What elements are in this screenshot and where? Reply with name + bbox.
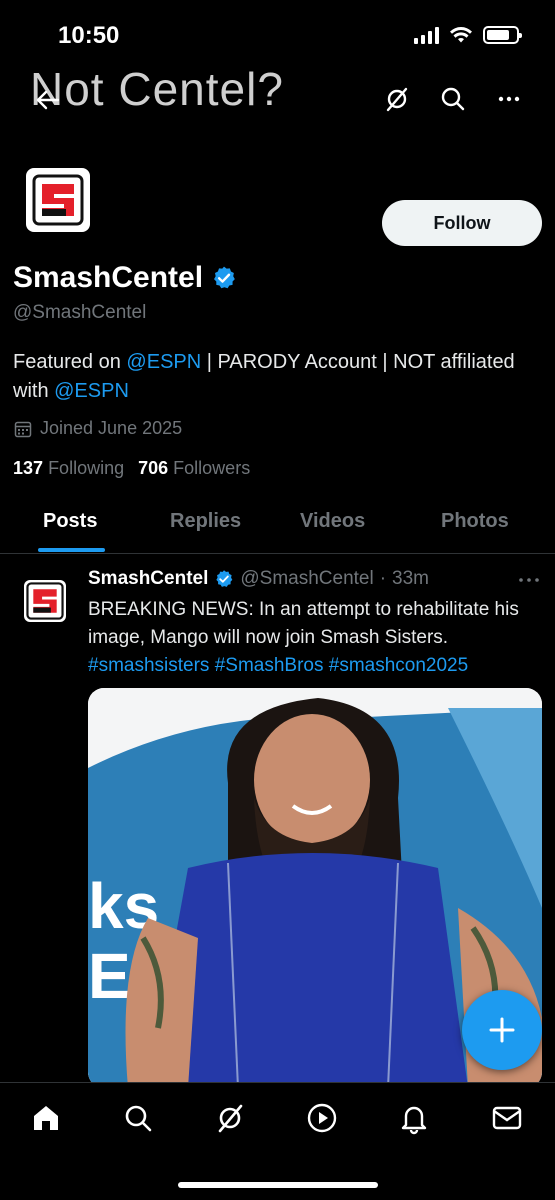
display-name-text: SmashCentel: [13, 261, 204, 294]
wifi-icon: [450, 27, 472, 43]
back-arrow-icon[interactable]: [32, 84, 64, 116]
following-count: 137: [13, 458, 44, 478]
joined-text: Joined June 2025: [40, 418, 183, 438]
post-timestamp[interactable]: 33m: [392, 568, 429, 590]
active-tab-indicator: [38, 548, 105, 552]
tab-replies[interactable]: Replies: [170, 510, 241, 533]
bio-mention-link[interactable]: @ESPN: [126, 351, 201, 373]
video-icon[interactable]: [305, 1101, 339, 1135]
profile-tabs: Posts Replies Videos Photos: [0, 498, 555, 554]
post-hashtags[interactable]: #smashsisters #SmashBros #smashcon2025: [88, 655, 468, 676]
status-icons: [414, 26, 522, 44]
bottom-navigation: [0, 1082, 555, 1200]
tab-videos[interactable]: Videos: [300, 510, 365, 533]
header-title: Not Centel?: [30, 63, 284, 115]
grok-icon[interactable]: [382, 84, 412, 114]
follow-button[interactable]: Follow: [382, 200, 542, 246]
profile-handle: @SmashCentel: [13, 302, 147, 323]
post-author-name[interactable]: SmashCentel: [88, 568, 208, 590]
following-link[interactable]: 137 Following: [13, 458, 124, 479]
profile-bio: Featured on @ESPN | PARODY Account | NOT…: [13, 348, 533, 406]
explore-icon[interactable]: [121, 1101, 155, 1135]
home-icon[interactable]: [29, 1101, 63, 1135]
cellular-signal-icon: [414, 26, 439, 44]
followers-count: 706: [138, 458, 169, 478]
messages-icon[interactable]: [490, 1101, 524, 1135]
post-text: BREAKING NEWS: In an attempt to rehabili…: [88, 596, 548, 680]
following-label: Following: [48, 458, 125, 478]
followers-label: Followers: [173, 458, 251, 478]
search-icon[interactable]: [438, 84, 468, 114]
home-indicator: [178, 1182, 378, 1188]
bio-mention-link[interactable]: @ESPN: [54, 380, 129, 402]
verified-icon: [216, 570, 233, 587]
profile-avatar[interactable]: [26, 168, 90, 232]
joined-date: Joined June 2025: [14, 418, 182, 439]
post-more-icon[interactable]: [516, 572, 542, 588]
post-author-handle[interactable]: @SmashCentel: [240, 568, 373, 590]
display-name: SmashCentel: [13, 261, 237, 295]
status-bar: 10:50: [0, 0, 555, 70]
calendar-icon: [14, 421, 32, 437]
battery-icon: [483, 26, 522, 44]
post-avatar[interactable]: [24, 580, 66, 622]
status-time: 10:50: [58, 22, 120, 49]
followers-link[interactable]: 706 Followers: [138, 458, 250, 479]
follow-stats: 137 Following 706 Followers: [13, 458, 250, 479]
more-icon[interactable]: [494, 84, 524, 114]
post-header: SmashCentel @SmashCentel · 33m: [88, 568, 429, 590]
tab-photos[interactable]: Photos: [441, 510, 509, 533]
compose-post-button[interactable]: [462, 990, 542, 1070]
bio-text: Featured on: [13, 351, 127, 373]
post-separator: ·: [379, 568, 387, 589]
smashcentel-logo-icon: [32, 174, 84, 226]
notifications-icon[interactable]: [397, 1101, 431, 1135]
tab-posts[interactable]: Posts: [43, 510, 97, 533]
verified-icon: [214, 266, 235, 289]
profile-header: Not Centel?: [0, 62, 555, 132]
post-body: BREAKING NEWS: In an attempt to rehabili…: [88, 599, 519, 648]
plus-icon: [489, 1017, 515, 1043]
smashcentel-logo-icon: [26, 582, 64, 620]
grok-nav-icon[interactable]: [213, 1101, 247, 1135]
